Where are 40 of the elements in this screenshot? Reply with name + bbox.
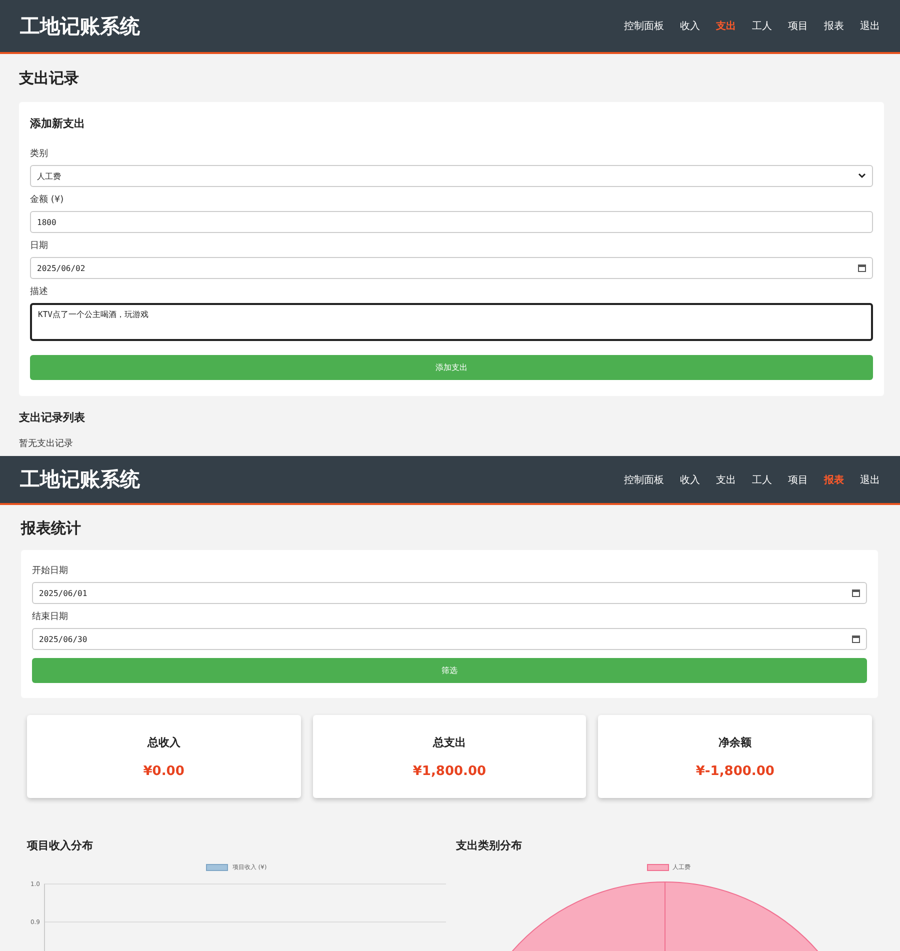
calendar-icon[interactable] [852, 589, 860, 597]
field-label: 结束日期 [32, 610, 69, 623]
form-title: 添加新支出 [30, 116, 86, 131]
page-heading: 支出记录 [19, 68, 80, 89]
y-axis [44, 884, 45, 951]
field-label: 类别 [30, 148, 49, 160]
calendar-icon[interactable] [852, 635, 860, 643]
nav-link[interactable]: 工人 [752, 472, 772, 486]
chart-title: 支出类别分布 [456, 838, 523, 853]
page-heading: 报表统计 [21, 518, 82, 539]
calendar-icon[interactable] [858, 264, 866, 272]
legend-swatch [646, 864, 668, 871]
stat-label: 总支出 [432, 734, 466, 750]
nav-link[interactable]: 支出 [716, 472, 736, 486]
field-label: 金额 (¥) [30, 194, 65, 206]
field-label: 开始日期 [32, 564, 69, 577]
chevron-down-icon [858, 173, 866, 179]
stat-label: 总收入 [147, 734, 180, 750]
empty-message: 暂无支出记录 [19, 438, 74, 450]
stat-label: 净余额 [718, 734, 752, 750]
section-title: 支出记录列表 [19, 410, 86, 425]
app-title: 工地记账系统 [20, 466, 140, 493]
nav-link[interactable]: 报表 [824, 19, 844, 33]
app-title: 工地记账系统 [20, 12, 140, 40]
nav-link[interactable]: 项目 [788, 19, 808, 33]
stat-value: ¥-1,800.00 [696, 764, 774, 778]
nav-link[interactable]: 收入 [680, 19, 700, 33]
nav-link[interactable]: 控制面板 [624, 19, 664, 33]
stat-value: ¥0.00 [143, 764, 184, 778]
field-label: 日期 [30, 240, 49, 252]
stat-value: ¥1,800.00 [412, 764, 486, 778]
field-label: 描述 [30, 286, 49, 298]
nav-link[interactable]: 控制面板 [624, 472, 664, 486]
legend-swatch [206, 864, 228, 871]
nav-link[interactable]: 工人 [752, 19, 772, 33]
nav-link[interactable]: 退出 [860, 472, 880, 486]
nav-link[interactable]: 项目 [788, 472, 808, 486]
nav-link[interactable]: 收入 [680, 472, 700, 486]
nav-link[interactable]: 退出 [860, 19, 880, 33]
chart-title: 项目收入分布 [27, 838, 94, 853]
